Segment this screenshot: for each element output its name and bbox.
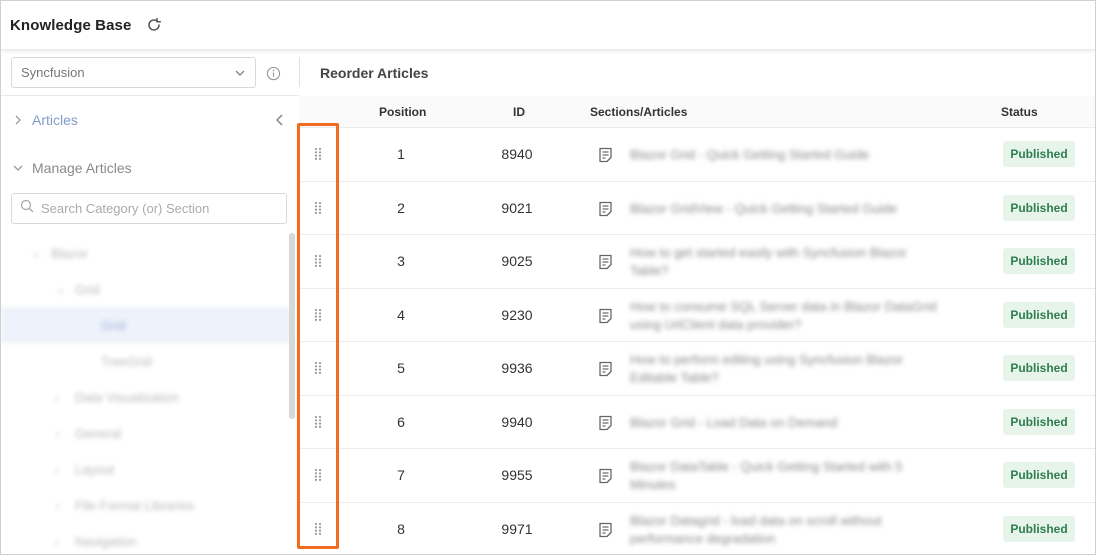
table-row[interactable]: 2 9021 Blazor GridView - Quick Getting S… bbox=[299, 182, 1095, 235]
article-title[interactable]: How to consume SQL Server data in Blazor… bbox=[630, 299, 940, 333]
column-header-position[interactable]: Position bbox=[379, 105, 426, 119]
refresh-icon[interactable] bbox=[145, 16, 163, 34]
chevron-down-icon bbox=[11, 161, 25, 175]
table-row[interactable]: 1 8940 Blazor Grid - Quick Getting Start… bbox=[299, 128, 1095, 182]
tree-node-selected[interactable]: Grid bbox=[1, 307, 291, 343]
row-id: 9940 bbox=[501, 413, 533, 430]
table-row[interactable]: 8 9971 Blazor Datagrid - load data on sc… bbox=[299, 503, 1095, 555]
row-id: 9021 bbox=[501, 199, 533, 216]
row-position: 8 bbox=[397, 520, 405, 537]
row-position: 6 bbox=[397, 413, 405, 430]
page-title: Knowledge Base bbox=[10, 16, 132, 34]
articles-grid: Position ID Sections/Articles Status 1 8… bbox=[299, 96, 1095, 555]
row-position: 3 bbox=[397, 253, 405, 269]
status-badge: Published bbox=[1003, 515, 1075, 542]
row-id: 9955 bbox=[501, 467, 533, 483]
table-row[interactable]: 4 9230 How to consume SQL Server data in… bbox=[299, 289, 1095, 342]
drag-handle-icon[interactable] bbox=[312, 307, 324, 323]
chevron-down-icon bbox=[234, 67, 246, 79]
column-header-status[interactable]: Status bbox=[1001, 105, 1038, 119]
status-badge: Published bbox=[1003, 408, 1075, 435]
row-position: 1 bbox=[397, 146, 405, 162]
tree-node[interactable]: › File Format Libraries bbox=[55, 487, 194, 523]
document-icon bbox=[597, 467, 613, 485]
grid-header: Position ID Sections/Articles Status bbox=[299, 96, 1095, 128]
drag-handle-icon[interactable] bbox=[312, 253, 324, 269]
table-row[interactable]: 6 9940 Blazor Grid - Load Data on Demand… bbox=[299, 396, 1095, 449]
column-header-sections[interactable]: Sections/Articles bbox=[590, 105, 687, 119]
document-icon bbox=[597, 146, 613, 164]
drag-handle-icon[interactable] bbox=[312, 414, 324, 430]
row-id: 9971 bbox=[501, 520, 533, 537]
drag-handle-icon[interactable] bbox=[312, 360, 324, 376]
table-row[interactable]: 7 9955 Blazor DataTable - Quick Getting … bbox=[299, 449, 1095, 503]
info-icon[interactable] bbox=[265, 65, 281, 81]
row-position: 5 bbox=[397, 360, 405, 376]
category-tree: ⌄ Blazor ⌄ Grid Grid TreeGrid › Data Visual… bbox=[1, 233, 291, 554]
nav-articles[interactable]: Articles bbox=[1, 106, 299, 134]
nav-articles-label: Articles bbox=[32, 112, 78, 128]
collapse-sidebar-icon[interactable] bbox=[273, 112, 287, 128]
table-row[interactable]: 3 9025 How to get started easily with Sy… bbox=[299, 235, 1095, 289]
article-title[interactable]: Blazor DataTable - Quick Getting Started… bbox=[630, 459, 940, 493]
row-id: 9025 bbox=[501, 253, 533, 269]
article-title[interactable]: How to get started easily with Syncfusio… bbox=[630, 245, 940, 279]
app-window: Knowledge Base Syncfusion Articles Manag… bbox=[0, 0, 1096, 555]
drag-handle-icon[interactable] bbox=[312, 467, 324, 483]
drag-handle-icon[interactable] bbox=[312, 200, 324, 216]
status-badge: Published bbox=[1003, 462, 1075, 488]
tree-node[interactable]: ⌄ Grid bbox=[55, 271, 100, 307]
tree-node[interactable]: › Data Visualization bbox=[55, 379, 179, 415]
article-title[interactable]: How to perform editing using Syncfusion … bbox=[630, 352, 940, 386]
article-title[interactable]: Blazor GridView - Quick Getting Started … bbox=[630, 192, 940, 226]
tree-node[interactable]: TreeGrid bbox=[101, 343, 152, 379]
tree-node[interactable]: › Navigation bbox=[55, 523, 136, 554]
row-id: 9230 bbox=[501, 306, 533, 323]
row-position: 2 bbox=[397, 199, 405, 216]
status-badge: Published bbox=[1003, 248, 1075, 274]
document-icon bbox=[597, 253, 613, 271]
drag-handle-icon[interactable] bbox=[312, 146, 324, 162]
search-icon bbox=[20, 199, 34, 218]
document-icon bbox=[597, 307, 613, 325]
chevron-right-icon bbox=[11, 113, 25, 127]
column-header-id[interactable]: ID bbox=[513, 105, 525, 119]
panel-divider bbox=[299, 57, 300, 87]
tree-search bbox=[11, 193, 287, 224]
nav-manage-articles[interactable]: Manage Articles bbox=[1, 154, 299, 182]
sidebar-divider bbox=[1, 95, 299, 96]
status-badge: Published bbox=[1003, 301, 1075, 328]
nav-manage-label: Manage Articles bbox=[32, 160, 132, 176]
category-dropdown[interactable]: Syncfusion bbox=[11, 57, 256, 88]
tree-scrollbar[interactable] bbox=[289, 233, 295, 419]
tree-node[interactable]: › Layout bbox=[55, 451, 114, 487]
status-badge: Published bbox=[1003, 194, 1075, 221]
row-position: 7 bbox=[397, 467, 405, 483]
status-badge: Published bbox=[1003, 141, 1075, 167]
document-icon bbox=[597, 414, 613, 432]
document-icon bbox=[597, 521, 613, 539]
table-row[interactable]: 5 9936 How to perform editing using Sync… bbox=[299, 342, 1095, 396]
app-header: Knowledge Base bbox=[1, 1, 1095, 49]
row-position: 4 bbox=[397, 306, 405, 323]
row-id: 8940 bbox=[501, 146, 533, 162]
row-id: 9936 bbox=[501, 360, 533, 376]
panel-title: Reorder Articles bbox=[320, 65, 429, 81]
tree-node[interactable]: › General bbox=[55, 415, 121, 451]
dropdown-value: Syncfusion bbox=[21, 65, 85, 80]
article-title[interactable]: Blazor Grid - Quick Getting Started Guid… bbox=[630, 138, 940, 172]
drag-handle-icon[interactable] bbox=[312, 521, 324, 537]
article-title[interactable]: Blazor Datagrid - load data on scroll wi… bbox=[630, 513, 940, 547]
sidebar: Syncfusion Articles Manage Articles Sear… bbox=[1, 49, 299, 554]
status-badge: Published bbox=[1003, 355, 1075, 381]
search-input[interactable] bbox=[41, 201, 261, 216]
document-icon bbox=[597, 200, 613, 218]
article-title[interactable]: Blazor Grid - Load Data on Demand bbox=[630, 406, 940, 440]
document-icon bbox=[597, 360, 613, 378]
tree-node[interactable]: ⌄ Blazor bbox=[31, 235, 88, 271]
